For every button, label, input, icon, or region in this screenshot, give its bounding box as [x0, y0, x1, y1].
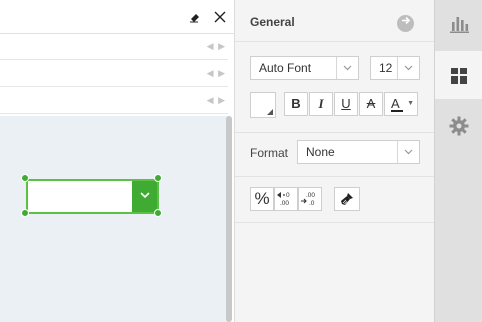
- panel-tab-rail: [434, 0, 482, 322]
- font-color-button[interactable]: A ▼: [384, 92, 418, 116]
- vertical-scrollbar[interactable]: [226, 116, 232, 322]
- dropdown-triangle-icon: [267, 109, 273, 115]
- underline-button[interactable]: U: [334, 92, 358, 116]
- increase-decimal-icon[interactable]: .00 .0: [298, 187, 322, 211]
- decrease-decimal-icon[interactable]: 0 .00: [274, 187, 298, 211]
- row-arrows[interactable]: ◀ ▶: [207, 68, 226, 79]
- row-arrows[interactable]: ◀ ▶: [207, 95, 226, 106]
- chevron-down-icon[interactable]: [397, 141, 419, 163]
- resize-handle-bottom-right[interactable]: [154, 209, 162, 217]
- tab-settings[interactable]: [435, 102, 482, 150]
- italic-button[interactable]: I: [309, 92, 333, 116]
- arrow-right-icon[interactable]: [397, 15, 414, 32]
- tab-layout[interactable]: [435, 51, 482, 99]
- workspace-panel: ◀ ▶ ◀ ▶ ◀ ▶: [0, 0, 234, 322]
- bold-button[interactable]: B: [284, 92, 308, 116]
- chevron-down-icon[interactable]: [336, 57, 358, 79]
- background-color-picker[interactable]: [250, 92, 276, 118]
- eraser-icon[interactable]: [189, 11, 201, 23]
- svg-text:.00: .00: [306, 192, 315, 199]
- gear-icon: [449, 116, 469, 136]
- resize-handle-top-left[interactable]: [21, 174, 29, 182]
- divider: [235, 222, 435, 223]
- strikethrough-button[interactable]: A: [359, 92, 383, 116]
- divider: [235, 176, 435, 177]
- font-family-select[interactable]: Auto Font: [250, 56, 359, 80]
- bar-chart-icon: [450, 17, 469, 33]
- font-size-select[interactable]: 12: [370, 56, 420, 80]
- chevron-down-icon[interactable]: [132, 181, 157, 212]
- svg-text:.0: .0: [309, 200, 315, 207]
- font-family-value: Auto Font: [259, 61, 312, 75]
- format-value: None: [306, 145, 335, 159]
- divider: [235, 41, 435, 42]
- tab-chart[interactable]: [435, 0, 482, 48]
- layout-grid-icon: [451, 68, 467, 84]
- font-size-value: 12: [379, 61, 393, 75]
- design-canvas[interactable]: [0, 116, 228, 322]
- format-select[interactable]: None: [297, 140, 420, 164]
- font-color-bar: [391, 110, 403, 112]
- format-label: Format: [250, 146, 289, 160]
- panel-title: General: [250, 15, 295, 29]
- list-row[interactable]: ◀ ▶: [0, 34, 228, 60]
- svg-text:.00: .00: [280, 200, 289, 207]
- font-color-letter: A: [391, 96, 400, 111]
- list-row[interactable]: ◀ ▶: [0, 88, 228, 114]
- properties-panel: General Auto Font 12 B I U A A ▼ Format …: [234, 0, 435, 322]
- close-icon[interactable]: [214, 11, 226, 23]
- chevron-down-icon[interactable]: [397, 57, 419, 79]
- chevron-down-icon: ▼: [407, 100, 414, 107]
- format-painter-icon[interactable]: [334, 187, 360, 211]
- resize-handle-bottom-left[interactable]: [21, 209, 29, 217]
- selected-combobox-control[interactable]: [26, 179, 159, 214]
- list-row[interactable]: ◀ ▶: [0, 61, 228, 87]
- svg-text:0: 0: [286, 192, 290, 199]
- percent-format-button[interactable]: %: [250, 187, 274, 211]
- resize-handle-top-right[interactable]: [154, 174, 162, 182]
- workspace-toolbar: [0, 0, 234, 34]
- divider: [235, 132, 435, 133]
- row-arrows[interactable]: ◀ ▶: [207, 41, 226, 52]
